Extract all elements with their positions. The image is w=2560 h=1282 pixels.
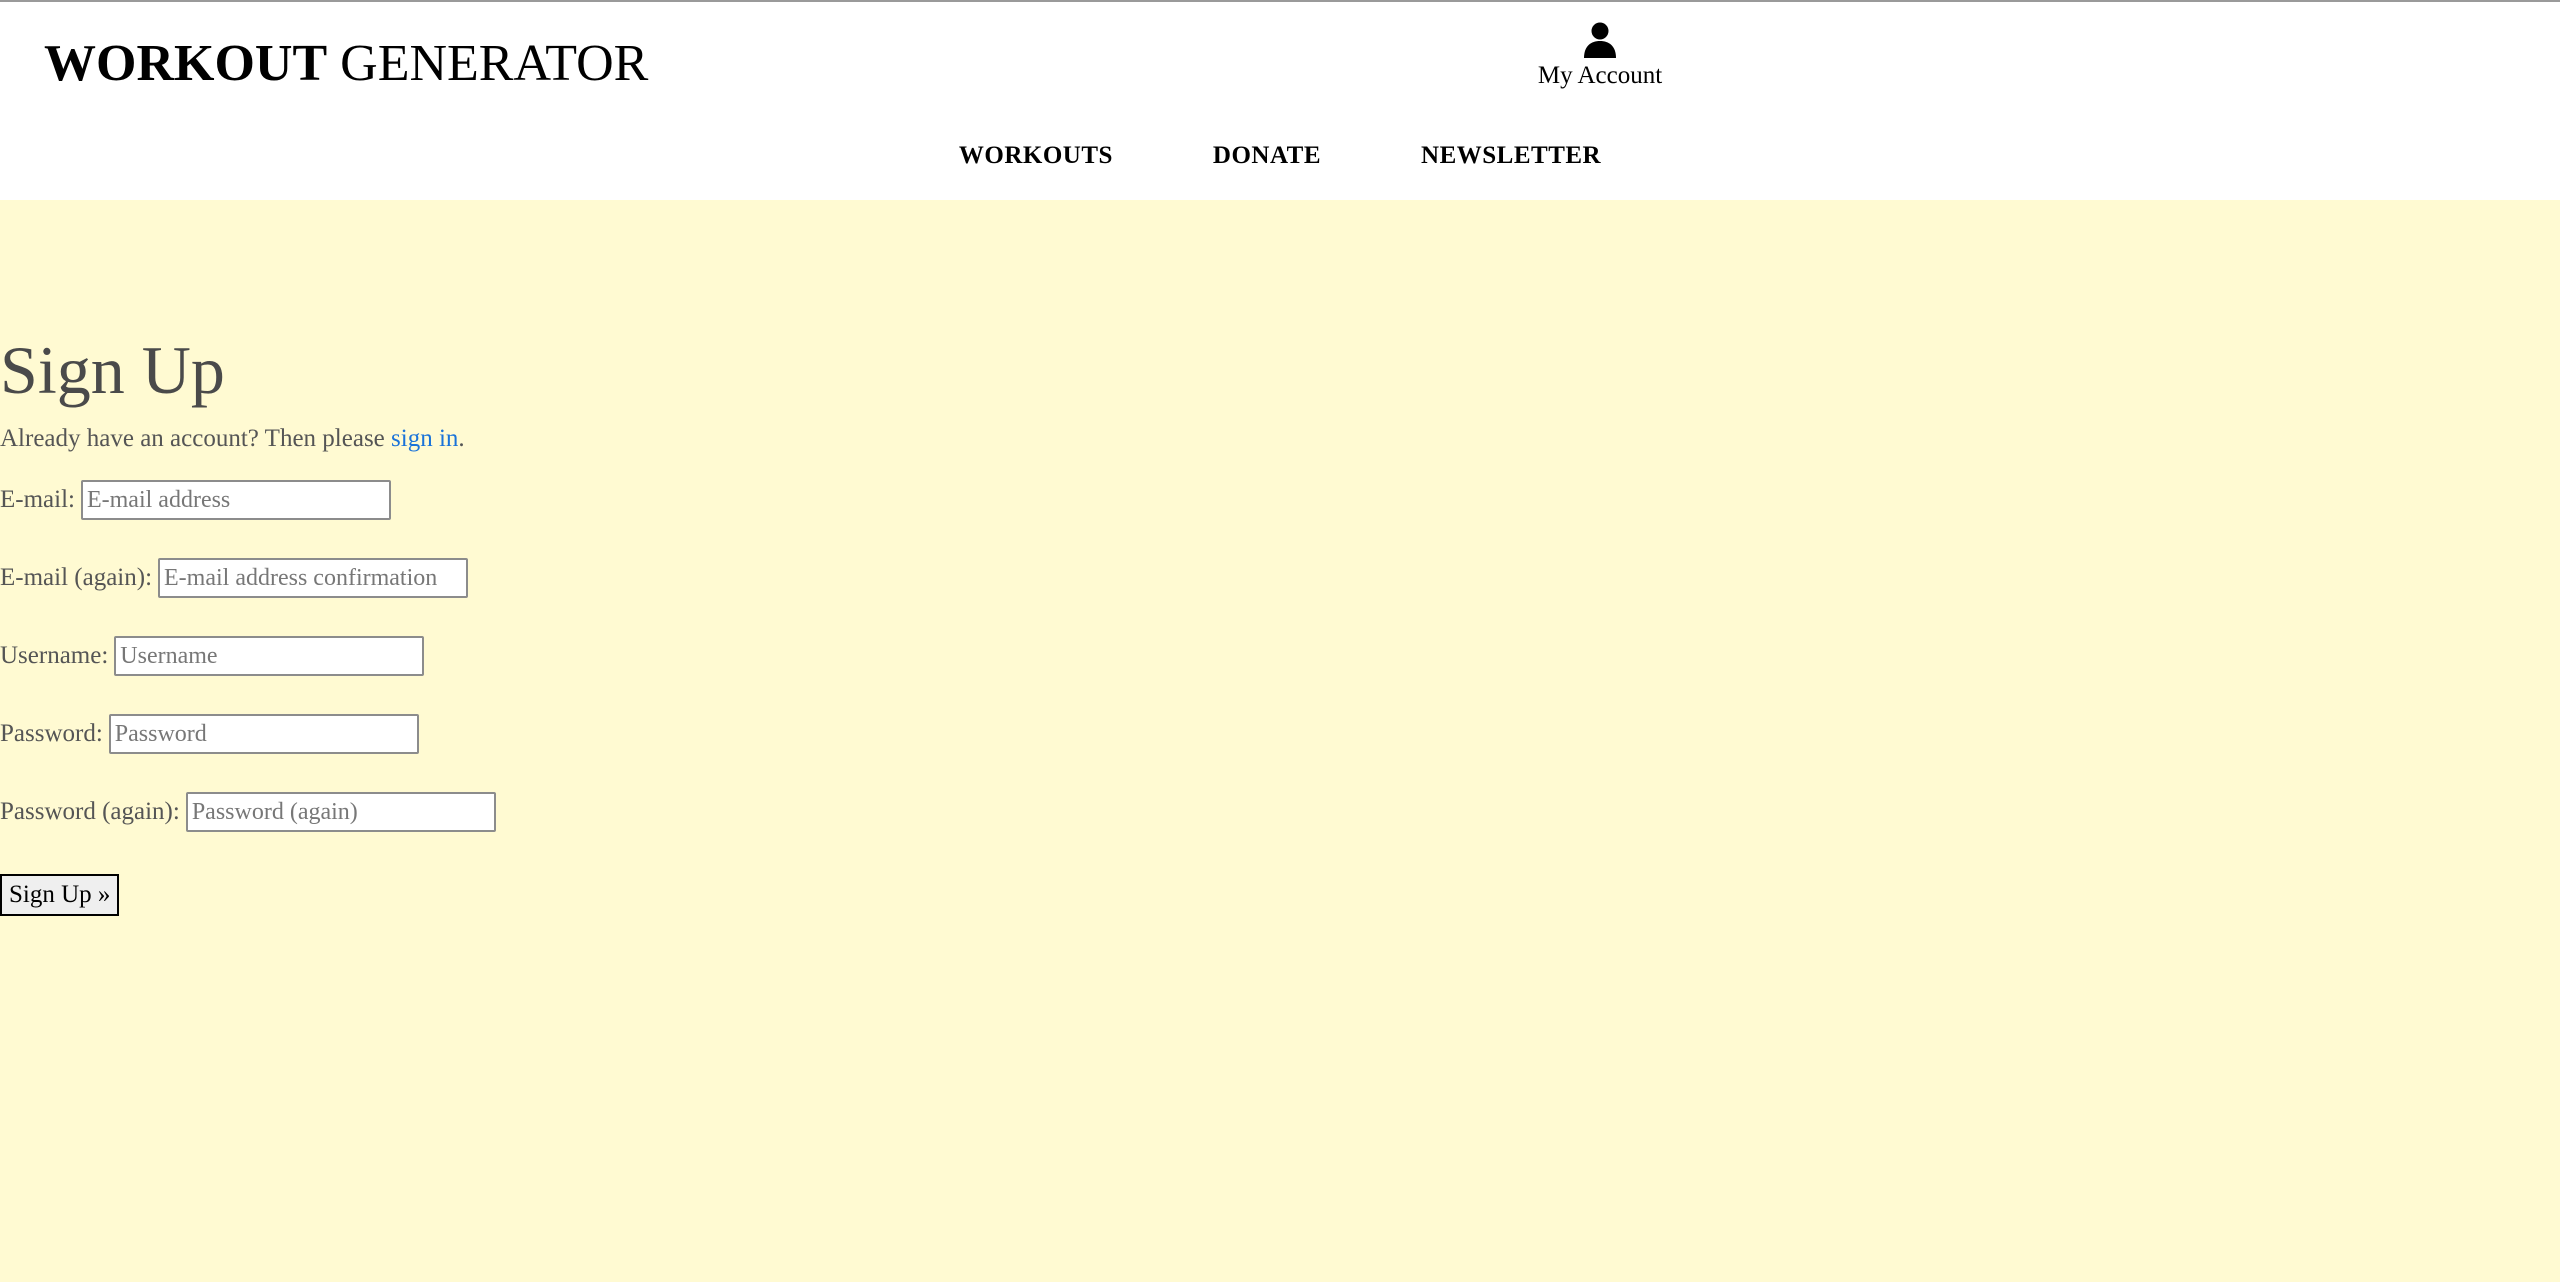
signin-suffix: . <box>458 425 465 452</box>
password-field[interactable] <box>108 714 419 754</box>
nav-newsletter[interactable]: NEWSLETTER <box>1421 142 1601 170</box>
site-header: WORKOUT GENERATOR My Account WORKOUTS DO… <box>0 2 2560 200</box>
signin-prompt: Already have an account? Then please sig… <box>0 422 465 456</box>
username-label: Username: <box>0 642 109 669</box>
main-nav: WORKOUTS DONATE NEWSLETTER <box>0 142 2560 182</box>
nav-workouts[interactable]: WORKOUTS <box>959 142 1113 170</box>
password-label: Password: <box>0 720 103 747</box>
brand-regular: GENERATOR <box>340 35 649 92</box>
main-content: Sign Up Already have an account? Then pl… <box>0 200 2560 1282</box>
password-row: Password: <box>0 714 419 754</box>
site-logo[interactable]: WORKOUT GENERATOR <box>44 32 648 96</box>
signin-link[interactable]: sign in <box>391 425 458 452</box>
my-account-link[interactable]: My Account <box>1500 22 1700 90</box>
nav-donate[interactable]: DONATE <box>1213 142 1321 170</box>
email-confirm-field[interactable] <box>158 558 469 598</box>
signup-button[interactable]: Sign Up » <box>0 874 120 916</box>
user-icon <box>1584 22 1616 58</box>
username-row: Username: <box>0 636 425 676</box>
password-confirm-row: Password (again): <box>0 792 496 832</box>
email-field[interactable] <box>80 480 391 520</box>
username-field[interactable] <box>114 636 425 676</box>
password-confirm-label: Password (again): <box>0 798 180 825</box>
password-confirm-field[interactable] <box>185 792 496 832</box>
brand-bold: WORKOUT <box>44 35 328 92</box>
my-account-label: My Account <box>1537 62 1663 89</box>
signin-prefix: Already have an account? Then please <box>0 425 392 452</box>
email-row: E-mail: <box>0 480 391 520</box>
email-confirm-row: E-mail (again): <box>0 558 469 598</box>
email-label: E-mail: <box>0 486 75 513</box>
email-confirm-label: E-mail (again): <box>0 564 153 591</box>
page-title: Sign Up <box>0 332 225 408</box>
